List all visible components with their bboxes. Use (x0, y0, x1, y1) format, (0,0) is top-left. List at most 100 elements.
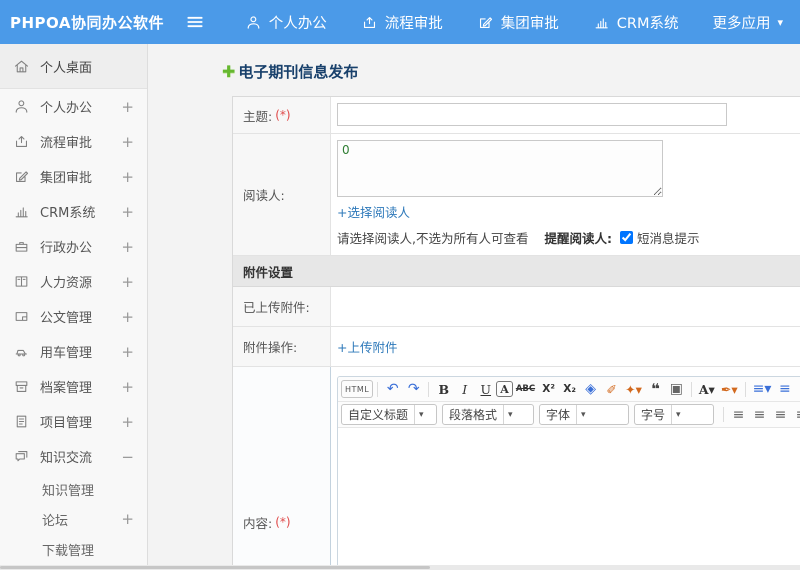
sidebar-item-group-approval[interactable]: 集团审批 + (0, 159, 147, 194)
sidebar-item-knowledge-exchange[interactable]: 知识交流 − (0, 439, 147, 474)
sms-notify-checkbox[interactable] (619, 231, 633, 244)
topnav-item-icon (363, 16, 375, 28)
sidebar-item-vehicle-mgmt[interactable]: 用车管理 + (0, 334, 147, 369)
scrollbar-thumb[interactable] (0, 566, 430, 569)
page-title-text: 电子期刊信息发布 (238, 63, 359, 81)
readers-textarea[interactable]: 0 (337, 140, 663, 197)
publish-form: 主题: (*) 阅读人: 0 +选择阅读人 请选择阅读人,不选为所有人可查看 提… (232, 96, 800, 570)
align-justify-button[interactable]: ≡ (791, 405, 800, 425)
choose-readers-link[interactable]: +选择阅读人 (337, 202, 410, 221)
toolbar-button-glyph: ✒▾ (720, 381, 738, 397)
sidebar-item-icon (16, 171, 29, 182)
font-size-select[interactable]: 字号 ▾ (634, 404, 714, 425)
sidebar-item-document-mgmt[interactable]: 公文管理 + (0, 299, 147, 334)
sidebar-item-label: 流程审批 (40, 136, 93, 151)
topnav-more-apps[interactable]: 更多应用 ▾ (695, 0, 800, 44)
format-brush-button[interactable]: ✐ (601, 379, 622, 399)
align-right-button[interactable]: ≡ (770, 405, 791, 425)
expand-toggle-icon[interactable]: + (121, 343, 134, 361)
sidebar-item-icon (16, 136, 27, 147)
rich-text-editor: HTML ↶ ↷ B I U A ABC X² X₂ ◈ ✐ ✦▾ ❝ ▣ A▾… (337, 376, 800, 570)
menu-toggle-button[interactable] (175, 0, 213, 44)
strikethrough-button[interactable]: ABC (513, 379, 538, 399)
subscript-button[interactable]: X₂ (559, 379, 580, 399)
sidebar-subitem-forum[interactable]: 论坛 + (0, 504, 147, 534)
sidebar-item-archive-mgmt[interactable]: 档案管理 + (0, 369, 147, 404)
sidebar-item-label: 项目管理 (40, 416, 93, 431)
expand-toggle-icon[interactable]: + (121, 378, 134, 396)
sidebar-item-admin-office[interactable]: 行政办公 + (0, 229, 147, 264)
expand-toggle-icon[interactable]: + (121, 203, 134, 221)
expand-toggle-icon[interactable]: + (121, 133, 134, 151)
sidebar-item-personal-desktop[interactable]: 个人桌面 (0, 44, 147, 89)
sidebar-subitem-download-mgmt[interactable]: 下载管理 (0, 534, 147, 564)
toolbar-separator[interactable] (690, 381, 692, 397)
superscript-button[interactable]: X² (538, 379, 559, 399)
autotypeset-button[interactable]: ✦▾ (622, 379, 645, 399)
ordered-list-button[interactable]: ≡▾ (750, 379, 775, 399)
expand-toggle-icon[interactable]: + (121, 413, 134, 431)
expand-toggle-icon[interactable]: + (121, 273, 134, 291)
sidebar-item-label: CRM系统 (40, 206, 96, 221)
undo-button[interactable]: ↶ (382, 379, 403, 399)
toolbar-separator[interactable] (428, 381, 430, 397)
toolbar-separator[interactable] (723, 407, 724, 422)
sidebar-item-crm[interactable]: CRM系统 + (0, 194, 147, 229)
chevron-down-icon: ▾ (777, 15, 783, 29)
sidebar-item-personal-office[interactable]: 个人办公 + (0, 89, 147, 124)
upload-attachment-link[interactable]: +上传附件 (337, 337, 397, 356)
attachment-section-header: 附件设置 (233, 256, 800, 287)
expand-toggle-icon[interactable]: − (121, 448, 134, 466)
paste-button[interactable]: ▣ (666, 379, 687, 399)
html-source-button[interactable]: HTML (341, 380, 374, 398)
redo-button[interactable]: ↷ (403, 379, 424, 399)
sidebar-item-hr[interactable]: 人力资源 + (0, 264, 147, 299)
toolbar-button-glyph: ✐ (606, 381, 617, 397)
uploaded-attachments-label: 已上传附件: (233, 287, 331, 326)
italic-button[interactable]: I (454, 379, 475, 399)
blockquote-button[interactable]: ❝ (645, 379, 666, 399)
font-style-button[interactable]: A (496, 381, 513, 397)
underline-button[interactable]: U (475, 379, 496, 399)
topnav-workflow-approval[interactable]: 流程审批 (344, 0, 460, 44)
unordered-list-button[interactable]: ≡ (774, 379, 795, 399)
custom-title-select[interactable]: 自定义标题 ▾ (341, 404, 437, 425)
toolbar-button-glyph: HTML (345, 384, 370, 394)
sidebar-item-label: 行政办公 (40, 241, 93, 256)
readers-row: 阅读人: 0 +选择阅读人 请选择阅读人,不选为所有人可查看 提醒阅读人: 短消… (233, 134, 800, 256)
eraser-button[interactable]: ◈ (580, 379, 601, 399)
expand-toggle-icon[interactable]: + (121, 308, 134, 326)
sidebar: 个人桌面 个人办公 + 流程审批 + 集团审批 + CRM系统 + 行政办公 + (0, 44, 148, 570)
sidebar-item-label: 人力资源 (40, 276, 93, 291)
toolbar-separator[interactable] (377, 381, 379, 397)
expand-toggle-icon[interactable]: + (121, 510, 134, 528)
subject-row: 主题: (*) (233, 97, 800, 134)
attachment-operation-row: 附件操作: +上传附件 (233, 327, 800, 367)
sidebar-subitem-knowledge-mgmt[interactable]: 知识管理 (0, 474, 147, 504)
chevron-down-icon: ▾ (671, 405, 685, 424)
font-color-button[interactable]: A▾ (696, 379, 718, 399)
toolbar-button-glyph: X² (542, 383, 555, 395)
paragraph-format-select[interactable]: 段落格式 ▾ (442, 404, 534, 425)
sidebar-item-project-mgmt[interactable]: 项目管理 + (0, 404, 147, 439)
align-center-button[interactable]: ≡ (749, 405, 770, 425)
topnav-group-approval[interactable]: 集团审批 (460, 0, 576, 44)
align-left-button[interactable]: ≡ (728, 405, 749, 425)
topnav-crm[interactable]: CRM系统 (576, 0, 696, 44)
sidebar-item-workflow-approval[interactable]: 流程审批 + (0, 124, 147, 159)
horizontal-scrollbar[interactable] (0, 565, 800, 570)
expand-toggle-icon[interactable]: + (121, 168, 134, 186)
font-family-select[interactable]: 字体 ▾ (539, 404, 629, 425)
sidebar-item-icon (14, 60, 29, 72)
toolbar-separator[interactable] (744, 381, 746, 397)
editor-content-area[interactable] (338, 428, 800, 570)
bold-button[interactable]: B (433, 379, 454, 399)
expand-toggle-icon[interactable]: + (121, 98, 134, 116)
highlight-color-button[interactable]: ✒▾ (718, 379, 741, 399)
subject-input[interactable] (337, 103, 727, 126)
topnav-personal-office[interactable]: 个人办公 (228, 0, 344, 44)
editor-toolbar-row2: 自定义标题 ▾ 段落格式 ▾ 字体 ▾ 字号 ▾ ≡ ≡ ≡ (338, 402, 800, 428)
sidebar-item-icon (15, 100, 28, 113)
sidebar-item-icon (15, 451, 28, 462)
expand-toggle-icon[interactable]: + (121, 238, 134, 256)
